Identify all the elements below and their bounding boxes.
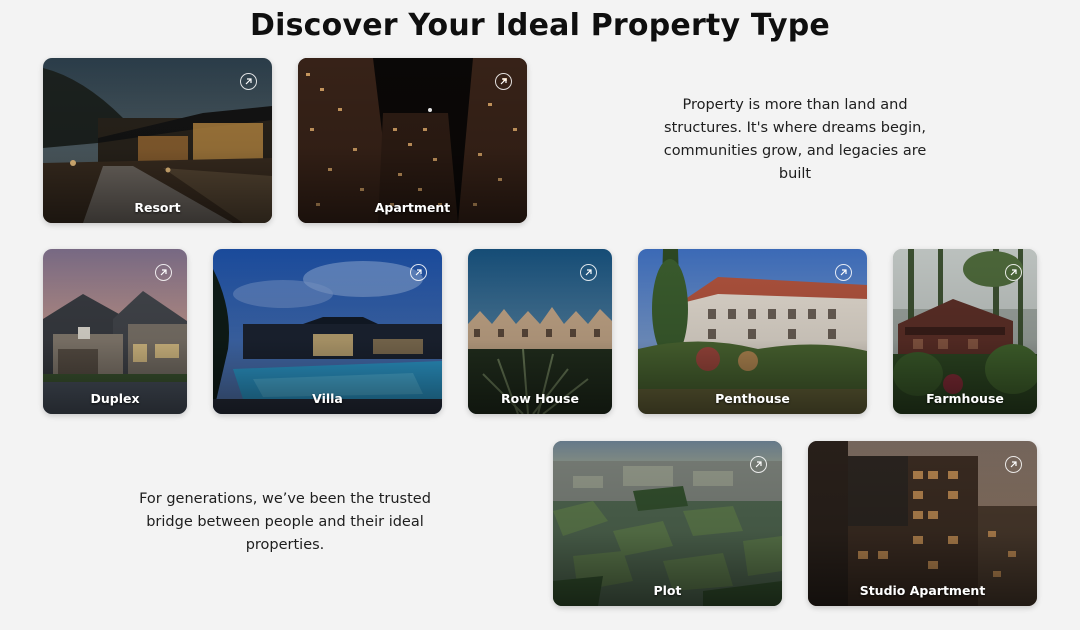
arrow-up-right-icon[interactable] <box>495 73 512 90</box>
image-overlay <box>638 249 867 414</box>
arrow-up-right-icon[interactable] <box>750 456 767 473</box>
card-duplex[interactable]: Duplex <box>43 249 187 414</box>
card-plot[interactable]: Plot <box>553 441 782 606</box>
page-title: Discover Your Ideal Property Type <box>250 8 830 43</box>
card-studio-apartment[interactable]: Studio Apartment <box>808 441 1037 606</box>
card-label: Row House <box>501 391 579 406</box>
card-label: Plot <box>653 583 682 598</box>
card-farmhouse[interactable]: Farmhouse <box>893 249 1037 414</box>
card-apartment[interactable]: Apartment <box>298 58 527 223</box>
arrow-up-right-icon[interactable] <box>155 264 172 281</box>
image-overlay <box>553 441 782 606</box>
card-label: Villa <box>312 391 343 406</box>
image-overlay <box>808 441 1037 606</box>
arrow-up-right-icon[interactable] <box>835 264 852 281</box>
card-villa[interactable]: Villa <box>213 249 442 414</box>
intro-text: Property is more than land and structure… <box>663 97 927 182</box>
image-overlay <box>298 58 527 223</box>
card-label: Duplex <box>90 391 140 406</box>
card-label: Studio Apartment <box>859 583 986 598</box>
legacy-text: For generations, we’ve been the trusted … <box>139 491 431 553</box>
card-row-house[interactable]: Row House <box>468 249 612 414</box>
image-overlay <box>43 58 272 223</box>
arrow-up-right-icon[interactable] <box>240 73 257 90</box>
arrow-up-right-icon[interactable] <box>410 264 427 281</box>
card-label: Penthouse <box>715 391 790 406</box>
card-label: Apartment <box>374 200 451 215</box>
arrow-up-right-icon[interactable] <box>580 264 597 281</box>
arrow-up-right-icon[interactable] <box>1005 456 1022 473</box>
arrow-up-right-icon[interactable] <box>1005 264 1022 281</box>
card-label: Farmhouse <box>926 391 1004 406</box>
image-overlay <box>213 249 442 414</box>
card-label: Resort <box>134 200 181 215</box>
card-resort[interactable]: Resort <box>43 58 272 223</box>
card-penthouse[interactable]: Penthouse <box>638 249 867 414</box>
